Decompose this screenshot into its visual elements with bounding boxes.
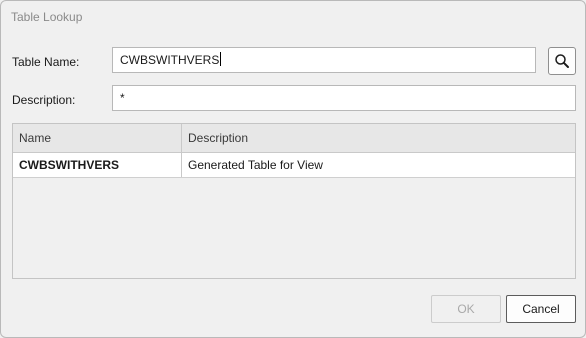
table-name-input[interactable]: CWBSWITHVERS — [112, 47, 536, 73]
table-lookup-dialog: Table Lookup Table Name: CWBSWITHVERS De… — [0, 0, 586, 338]
cancel-button[interactable]: Cancel — [506, 295, 576, 323]
description-input[interactable]: * — [112, 85, 576, 111]
text-caret — [220, 52, 222, 66]
dialog-title: Table Lookup — [11, 10, 83, 24]
results-grid: Name Description CWBSWITHVERS Generated … — [12, 123, 576, 279]
description-label: Description: — [12, 93, 76, 107]
magnifier-icon — [555, 54, 569, 68]
ok-button[interactable]: OK — [431, 295, 501, 323]
column-header-name[interactable]: Name — [13, 124, 181, 152]
table-row[interactable]: CWBSWITHVERS Generated Table for View — [13, 153, 575, 178]
table-name-label: Table Name: — [12, 55, 80, 69]
grid-header: Name Description — [13, 124, 575, 153]
column-header-description[interactable]: Description — [182, 124, 575, 152]
row-name-cell: CWBSWITHVERS — [19, 158, 119, 172]
search-button[interactable] — [548, 47, 576, 75]
table-name-value: CWBSWITHVERS — [120, 53, 220, 67]
description-value: * — [120, 91, 125, 105]
row-description-cell: Generated Table for View — [188, 158, 323, 172]
